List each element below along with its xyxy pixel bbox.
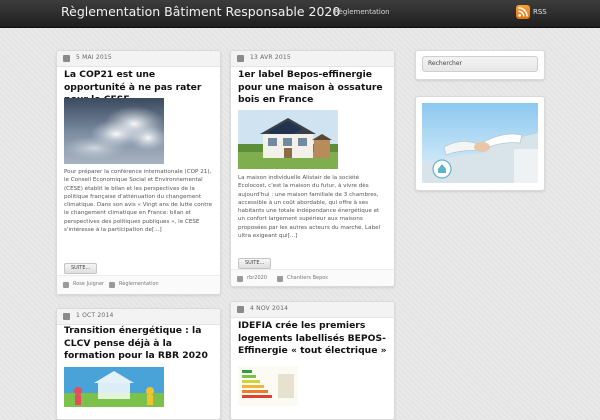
cloudy-sky-image [64,98,164,164]
author-icon [63,282,69,288]
house-with-solar-panels-image [238,110,338,169]
folder-icon [109,282,115,288]
post-date-bar: 1 OCT 2014 [57,309,220,325]
post-thumbnail[interactable] [238,110,338,169]
post-category[interactable]: Chantiers Bepos [287,275,328,281]
post-author[interactable]: rbr2020 [247,275,267,281]
post-date: 13 AVR 2015 [250,54,291,61]
post-title[interactable]: 1er label Bepos-effinergie pour une mais… [238,69,388,107]
post-title[interactable]: Transition énergétique : la CLCV pense d… [64,325,214,363]
rss-label[interactable]: RSS [533,8,547,16]
calendar-icon [63,313,70,320]
calendar-icon [63,55,70,62]
post-date: 5 MAI 2015 [76,54,112,61]
search-placeholder: Rechercher [428,60,462,67]
post-thumbnail[interactable] [64,98,164,164]
read-more-button[interactable]: SUITE... [238,258,272,269]
handshake-illustration [422,103,538,183]
calendar-icon [237,306,244,313]
post-card: 5 MAI 2015 La COP21 est une opportunité … [56,50,221,295]
folder-icon [277,276,283,282]
calendar-icon [237,55,244,62]
sidebar-image[interactable] [422,103,538,183]
post-date: 4 NOV 2014 [250,305,289,312]
rss-icon[interactable] [516,5,530,19]
post-date-bar: 4 NOV 2014 [231,302,394,318]
post-thumbnail[interactable] [64,367,164,407]
post-card: 13 AVR 2015 1er label Bepos-effinergie p… [230,50,395,287]
post-date-bar: 13 AVR 2015 [231,51,394,67]
sidebar-image-widget [415,96,545,191]
post-card: 4 NOV 2014 IDEFIA crée les premiers loge… [230,301,395,420]
post-card: 1 OCT 2014 Transition énergétique : la C… [56,308,221,420]
nav-item-reglementation[interactable]: Règlementation [334,8,390,16]
post-thumbnail[interactable] [238,366,298,406]
post-date-bar: 5 MAI 2015 [57,51,220,67]
search-input[interactable]: Rechercher [422,56,538,72]
post-date: 1 OCT 2014 [76,312,114,319]
house-family-illustration [64,367,164,407]
post-category[interactable]: Règlementation [119,281,159,287]
post-meta: Rose Juigner Règlementation [57,275,220,294]
energy-chart-image [238,366,298,406]
post-title[interactable]: IDEFIA crée les premiers logements label… [238,320,388,358]
post-meta: rbr2020 Chantiers Bepos [231,269,394,286]
post-excerpt: Pour préparer la conférence internationa… [64,169,213,234]
read-more-button[interactable]: SUITE... [64,263,98,274]
author-icon [237,276,243,282]
site-title[interactable]: Règlementation Bâtiment Responsable 2020 [61,4,340,19]
post-excerpt: La maison individuelle Alistair de la so… [238,175,381,240]
top-bar: Règlementation Bâtiment Responsable 2020… [0,0,600,28]
post-author[interactable]: Rose Juigner [73,281,104,287]
